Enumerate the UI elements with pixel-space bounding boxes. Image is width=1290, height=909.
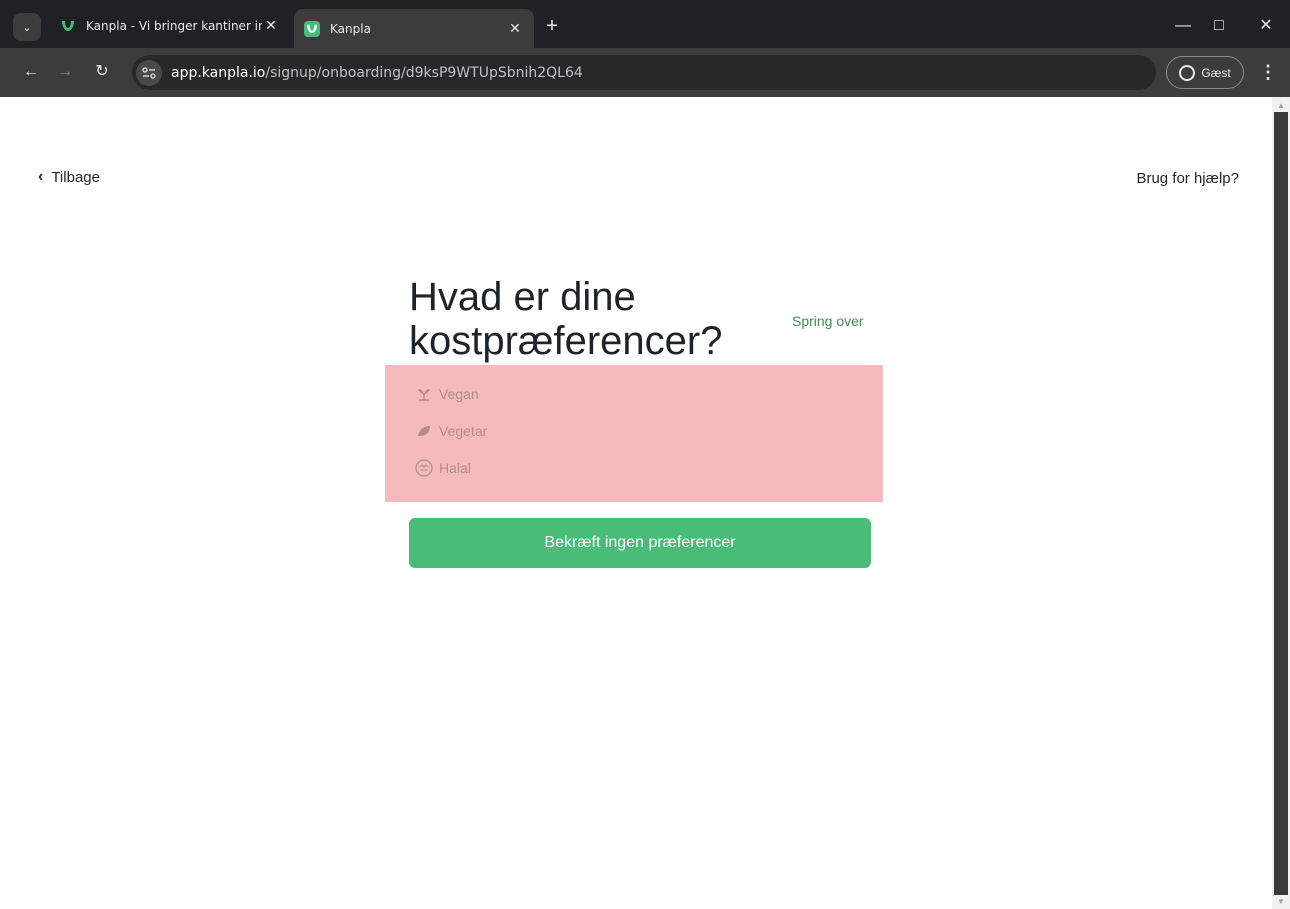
kanpla-favicon-icon [304, 20, 320, 37]
more-menu-icon[interactable]: ⋮ [1258, 60, 1278, 84]
preference-label: Vegetar [439, 423, 488, 439]
url-path: /signup/onboarding/d9ksP9WTUpSbnih2QL64 [265, 64, 583, 81]
profile-avatar-icon [1179, 64, 1196, 81]
confirm-button[interactable]: Bekræft ingen præferencer [409, 518, 871, 568]
sprout-icon [415, 385, 433, 403]
preference-label: Vegan [439, 386, 479, 402]
tab-title: Kanpla - Vi bringer kantiner ind [86, 19, 262, 33]
preference-option-halal[interactable]: Halal [415, 459, 471, 477]
window-close-icon[interactable]: ✕ [1251, 12, 1281, 40]
address-bar[interactable]: app.kanpla.io/signup/onboarding/d9ksP9WT… [132, 55, 1156, 90]
back-arrow-icon[interactable]: ← [19, 60, 43, 84]
site-info-icon[interactable] [136, 59, 162, 86]
leaf-icon [415, 422, 433, 440]
scrollbar-thumb[interactable] [1274, 112, 1288, 895]
preferences-list: Vegan Vegetar Halal [385, 365, 883, 502]
chevron-left-icon: ‹ [38, 168, 44, 185]
tab-title: Kanpla [330, 21, 371, 36]
halal-icon [415, 459, 433, 477]
skip-link[interactable]: Spring over [792, 313, 864, 329]
preference-option-vegan[interactable]: Vegan [415, 385, 479, 403]
preference-option-vegetar[interactable]: Vegetar [415, 422, 487, 440]
page-title: Hvad er dine kostpræferencer? [409, 275, 723, 363]
back-label: Tilbage [51, 168, 100, 186]
profile-button[interactable]: Gæst [1166, 56, 1244, 89]
preference-label: Halal [439, 460, 471, 476]
scroll-down-icon[interactable]: ▼ [1276, 897, 1286, 907]
page-viewport: ‹ Tilbage Brug for hjælp? Hvad er dine k… [0, 97, 1272, 909]
forward-arrow-icon[interactable]: → [53, 60, 77, 84]
tab-close-icon[interactable]: ✕ [506, 21, 524, 37]
tab-kanpla-home[interactable]: Kanpla - Vi bringer kantiner ind ✕ [50, 9, 290, 43]
help-link[interactable]: Brug for hjælp? [1136, 170, 1239, 187]
kanpla-favicon-icon [60, 18, 76, 34]
browser-tab-bar: ⌄ Kanpla - Vi bringer kantiner ind ✕ Kan… [0, 0, 1290, 48]
tab-close-icon[interactable]: ✕ [262, 18, 280, 34]
minimize-icon[interactable]: — [1168, 12, 1198, 40]
reload-icon[interactable]: ↻ [90, 60, 114, 84]
url-domain: app.kanpla.io [171, 64, 266, 81]
url-text: app.kanpla.io/signup/onboarding/d9ksP9WT… [171, 65, 583, 81]
back-link[interactable]: ‹ Tilbage [38, 168, 100, 186]
tab-kanpla-active[interactable]: Kanpla ✕ [294, 9, 534, 48]
browser-toolbar: ← → ↻ app.kanpla.io/signup/onboarding/d9… [0, 48, 1290, 97]
profile-label: Gæst [1201, 65, 1231, 80]
maximize-icon[interactable]: □ [1204, 12, 1234, 40]
new-tab-button[interactable]: + [540, 14, 564, 38]
tab-search-button[interactable]: ⌄ [13, 13, 41, 41]
scroll-up-icon[interactable]: ▲ [1276, 101, 1286, 111]
